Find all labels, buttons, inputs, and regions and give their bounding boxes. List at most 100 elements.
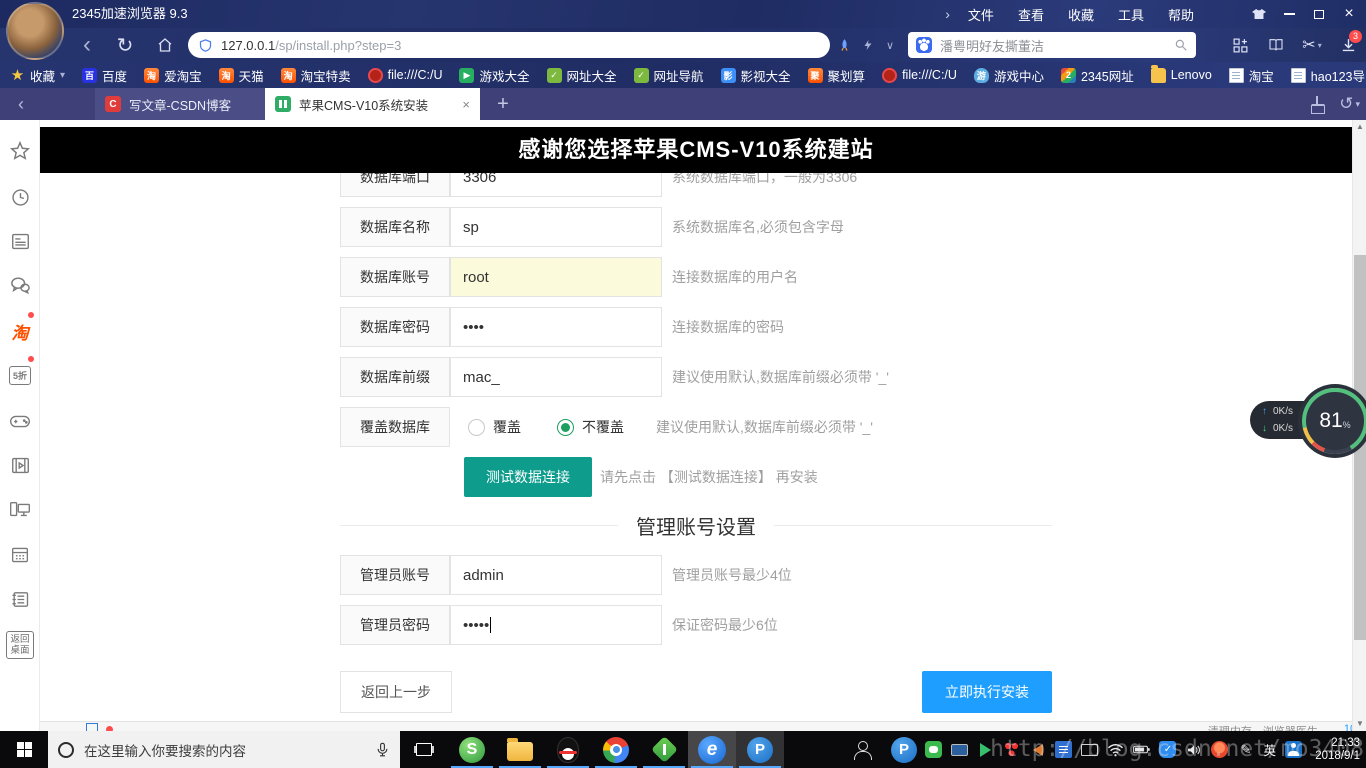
bookmark-item[interactable]: 聚聚划算 — [808, 66, 866, 85]
bookmarks-menu[interactable]: ★ 收藏 ▾ — [10, 66, 65, 85]
scrollbar-thumb[interactable] — [1354, 255, 1366, 640]
radio-label[interactable]: 不覆盖 — [582, 417, 624, 437]
bookmark-item[interactable]: hao123导 — [1291, 66, 1365, 85]
bookmark-item[interactable]: file:///C:/U — [368, 68, 443, 83]
bookmark-item[interactable]: ✓网址大全 — [547, 66, 617, 85]
display-tray-icon[interactable] — [1081, 744, 1098, 756]
menu-favorites[interactable]: 收藏 — [1068, 5, 1094, 24]
sidebar-games[interactable] — [0, 404, 40, 438]
home-button[interactable] — [150, 28, 180, 62]
taskbar-search-input[interactable]: 在这里输入你要搜索的内容 — [84, 740, 375, 760]
bookmark-item[interactable]: 影影视大全 — [721, 66, 791, 85]
menu-view[interactable]: 查看 — [1018, 5, 1044, 24]
sidebar-history[interactable] — [0, 180, 40, 214]
wechat-tray-icon[interactable] — [925, 741, 942, 758]
bookmark-item[interactable]: ✓网址导航 — [634, 66, 704, 85]
install-now-button[interactable]: 立即执行安装 — [922, 671, 1052, 713]
bookmark-item[interactable]: 百百度 — [82, 66, 127, 85]
taskbar-clock[interactable]: 21:33 2018/9/1 — [1315, 731, 1360, 768]
security-shield-tray-icon[interactable]: ✓ — [1159, 741, 1176, 758]
dict-tray-icon[interactable] — [1055, 741, 1072, 758]
bookmark-item[interactable]: 淘淘宝特卖 — [281, 66, 351, 85]
screenshot-button[interactable]: ✂ ▾ — [1294, 28, 1330, 62]
bookmark-item[interactable]: Lenovo — [1151, 68, 1212, 83]
magnifier-icon[interactable] — [1174, 38, 1188, 52]
search-input[interactable]: 潘粤明好友撕董洁 — [940, 36, 1174, 55]
menu-help[interactable]: 帮助 — [1168, 5, 1194, 24]
app-qq[interactable] — [544, 731, 592, 768]
flash-button[interactable] — [856, 28, 880, 62]
bookmark-item[interactable]: 淘天猫 — [219, 66, 264, 85]
bookmark-item[interactable]: 22345网址 — [1061, 66, 1134, 85]
bookmark-item[interactable]: file:///C:/U — [882, 68, 957, 83]
skin-button[interactable] — [1244, 0, 1274, 28]
remote-pc-tray-icon[interactable] — [951, 744, 968, 756]
test-connection-button[interactable]: 测试数据连接 — [464, 457, 592, 497]
microphone-icon[interactable] — [375, 741, 390, 758]
cleaner-broom-icon[interactable] — [1309, 96, 1325, 112]
admin-user-input[interactable]: admin — [450, 555, 662, 595]
app-chrome[interactable] — [592, 731, 640, 768]
db-name-input[interactable]: sp — [450, 207, 662, 247]
reading-mode-button[interactable] — [1258, 28, 1294, 62]
address-bar[interactable]: 127.0.0.1/sp/install.php?step=3 — [188, 32, 830, 58]
app-2345-browser-active[interactable]: e — [688, 731, 736, 768]
user-account-tray-icon[interactable] — [1285, 741, 1302, 758]
video-player-tray-icon[interactable] — [977, 741, 994, 758]
tab-scroll-left-button[interactable]: ‹ — [8, 88, 34, 120]
restore-tab-button[interactable]: ↺ ▾ — [1339, 94, 1360, 114]
zoom-level[interactable]: 100% — [1344, 723, 1352, 731]
sidebar-discount[interactable]: 5折 — [0, 358, 40, 392]
db-prefix-input[interactable]: mac_ — [450, 357, 662, 397]
close-button[interactable]: × — [1334, 0, 1364, 28]
language-indicator[interactable]: 英 — [1263, 741, 1276, 758]
admin-password-input[interactable]: ••••• — [450, 605, 662, 645]
download-button[interactable]: 3 — [1330, 28, 1366, 62]
sidebar-computer[interactable] — [0, 492, 40, 526]
new-tab-button[interactable]: + — [488, 88, 518, 120]
db-user-input[interactable]: root — [450, 257, 662, 297]
bookmark-item[interactable]: 淘爱淘宝 — [144, 66, 202, 85]
search-box[interactable]: 潘粤明好友撕董洁 — [908, 32, 1196, 58]
app-pp-popup[interactable]: P — [882, 731, 926, 768]
status-tools-label[interactable]: 清理内存 浏览器医生 — [1208, 723, 1318, 731]
battery-tray-icon[interactable] — [1133, 741, 1150, 758]
boost-dropdown[interactable]: ∨ — [878, 28, 902, 62]
sidebar-notes[interactable] — [0, 582, 40, 616]
app-pp-assistant[interactable]: P — [736, 731, 784, 768]
app-contact[interactable] — [842, 731, 882, 768]
sidebar-wechat[interactable] — [0, 268, 40, 302]
sidebar-back-desktop[interactable]: 返回 桌面 — [0, 628, 40, 662]
sidebar-news[interactable] — [0, 224, 40, 258]
memory-gauge[interactable]: 81 % — [1302, 388, 1366, 454]
tab-close-icon[interactable]: × — [462, 97, 470, 112]
bookmark-item[interactable]: 淘宝 — [1229, 66, 1274, 85]
status-icon[interactable] — [86, 723, 98, 731]
app-file-explorer[interactable] — [496, 731, 544, 768]
radio-overwrite[interactable] — [468, 419, 485, 436]
bookmark-item[interactable]: 游游戏中心 — [974, 66, 1044, 85]
sidebar-video[interactable] — [0, 448, 40, 482]
user-avatar[interactable] — [6, 2, 64, 60]
start-button[interactable] — [0, 731, 48, 768]
bookmark-item[interactable]: ▶游戏大全 — [459, 66, 529, 85]
radio-no-overwrite-selected[interactable] — [557, 419, 574, 436]
radio-label[interactable]: 覆盖 — [493, 417, 521, 437]
scroll-up-arrow[interactable]: ▲ — [1353, 120, 1366, 134]
menu-expander-icon[interactable]: › — [945, 6, 950, 22]
back-button[interactable]: ‹ — [72, 28, 102, 62]
volume-tray-icon[interactable] — [1185, 741, 1202, 758]
qq-tray-icon[interactable] — [1211, 741, 1228, 758]
media-tray-icon[interactable] — [1029, 741, 1046, 758]
app-phpstudy[interactable]: S — [448, 731, 496, 768]
sidebar-calculator[interactable] — [0, 538, 40, 572]
db-password-input[interactable]: •••• — [450, 307, 662, 347]
minimize-button[interactable] — [1274, 0, 1304, 28]
wifi-tray-icon[interactable] — [1107, 741, 1124, 758]
taskbar-search[interactable]: 在这里输入你要搜索的内容 — [48, 731, 400, 768]
back-step-button[interactable]: 返回上一步 — [340, 671, 452, 713]
maximize-button[interactable] — [1304, 0, 1334, 28]
scroll-down-arrow[interactable]: ▼ — [1353, 717, 1366, 731]
tab-csdn[interactable]: C 写文章-CSDN博客 — [95, 88, 265, 120]
speed-boost-button[interactable] — [832, 28, 856, 62]
